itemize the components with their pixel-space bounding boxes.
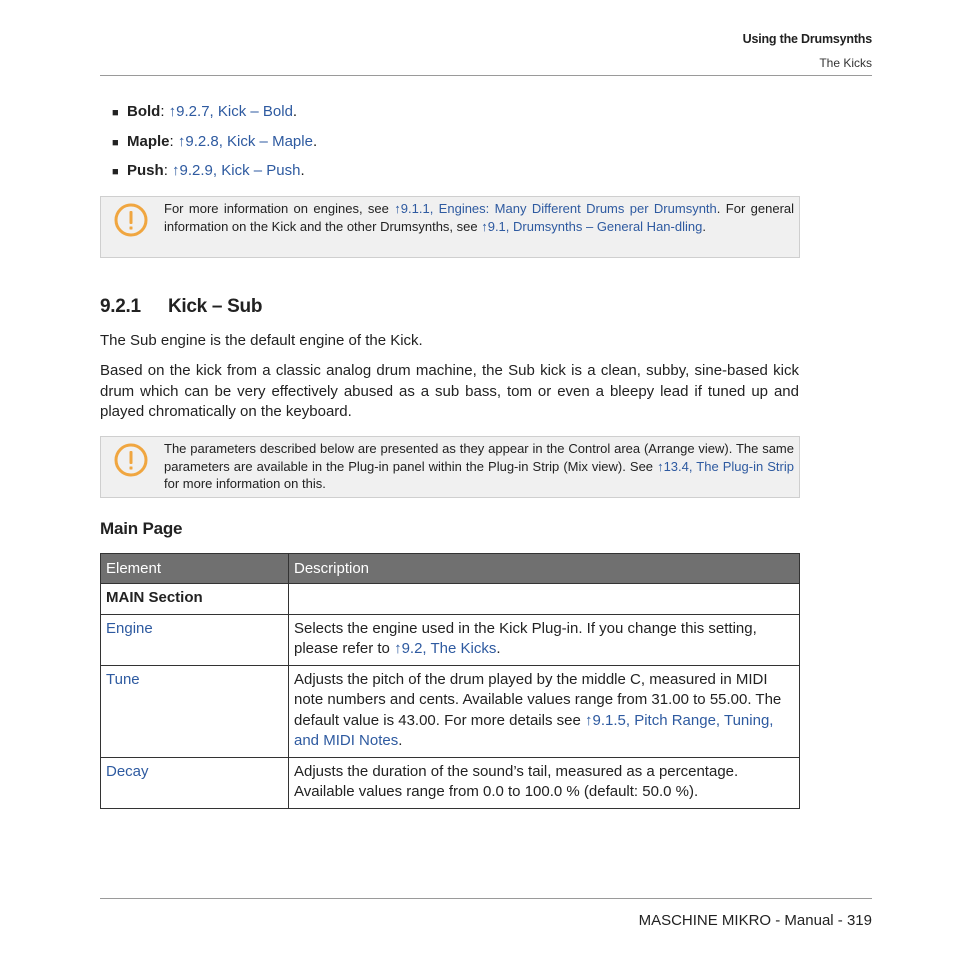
punctuation: . [300, 162, 305, 179]
link-general-handling[interactable]: ↑9.1, Drumsynths – General Han-dling [481, 219, 702, 234]
punctuation: . [312, 132, 318, 150]
list-term: Push [127, 162, 164, 179]
description-cell: Adjusts the pitch of the drum played by … [288, 664, 800, 758]
link-engines[interactable]: ↑9.1.1, Engines: Many Different Drums pe… [394, 201, 717, 216]
note-text: For more information on engines, see ↑9.… [164, 200, 794, 235]
warning-exclamation-icon [114, 443, 148, 477]
section-label: MAIN Section [100, 583, 289, 615]
list-item: ■ Push: ↑9.2.9, Kick – Push. [112, 162, 317, 192]
separator: : [160, 103, 169, 120]
note-text-part: . [702, 218, 706, 234]
note-text: The parameters described below are prese… [164, 440, 794, 493]
list-item: ■ Bold: ↑9.2.7, Kick – Bold. [112, 103, 317, 133]
separator: : [169, 132, 178, 150]
table-row: Engine Selects the engine used in the Ki… [100, 613, 800, 666]
description-cell: Selects the engine used in the Kick Plug… [288, 613, 800, 666]
empty-cell [288, 583, 800, 615]
section-heading-title: Kick – Sub [168, 296, 263, 317]
link-tune[interactable]: Tune [106, 671, 140, 688]
list-item: ■ Maple: ↑9.2.8, Kick – Maple. [112, 133, 317, 163]
page-footer: MASCHINE MIKRO - Manual - 319 [638, 912, 872, 929]
paragraph: Based on the kick from a classic analog … [100, 362, 799, 420]
link-kick-bold[interactable]: ↑9.2.7, Kick – Bold [169, 103, 293, 120]
note-text-part: for more information on this. [164, 476, 326, 491]
table-row: Tune Adjusts the pitch of the drum playe… [100, 664, 800, 758]
separator: : [163, 162, 173, 179]
table-section-row: MAIN Section [100, 583, 800, 615]
list-term: Bold [127, 103, 161, 120]
header-divider [100, 75, 872, 76]
note-text-part: For more information on engines, see [164, 201, 395, 216]
element-cell: Tune [100, 664, 289, 758]
bullet-icon: ■ [112, 107, 119, 119]
link-kick-maple[interactable]: ↑9.2.8, Kick – Maple [178, 133, 313, 150]
chapter-title: Using the Drumsynths [742, 32, 873, 46]
column-header-element: Element [100, 553, 289, 584]
section-title: The Kicks [819, 56, 872, 70]
punctuation: . [292, 103, 298, 120]
section-heading: 9.2.1 Kick – Sub [100, 296, 262, 318]
footer-divider [100, 898, 872, 899]
engine-list: ■ Bold: ↑9.2.7, Kick – Bold. ■ Maple: ↑9… [112, 103, 317, 192]
description-text: Selects the engine used in the Kick Plug… [294, 619, 757, 658]
warning-exclamation-icon [114, 203, 148, 237]
table-header-row: Element Description [100, 553, 800, 584]
info-note: The parameters described below are prese… [100, 436, 800, 498]
paragraph: The Sub engine is the default engine of … [100, 332, 423, 349]
subsection-heading: Main Page [100, 519, 183, 538]
punctuation: . [496, 640, 501, 657]
column-header-description: Description [288, 553, 800, 584]
table-row: Decay Adjusts the duration of the sound’… [100, 756, 800, 809]
link-kick-push[interactable]: ↑9.2.9, Kick – Push [172, 162, 300, 179]
info-note: For more information on engines, see ↑9.… [100, 196, 800, 258]
parameters-table: Element Description MAIN Section Engine … [100, 553, 800, 809]
list-term: Maple [127, 132, 170, 150]
link-plugin-strip[interactable]: ↑13.4, The Plug-in Strip [657, 459, 794, 474]
bullet-icon: ■ [112, 136, 119, 149]
description-cell: Adjusts the duration of the sound’s tail… [288, 756, 800, 809]
link-engine[interactable]: Engine [106, 620, 153, 637]
bullet-icon: ■ [112, 166, 119, 178]
element-cell: Engine [100, 613, 289, 666]
punctuation: . [398, 732, 403, 749]
element-cell: Decay [100, 756, 289, 809]
section-number: 9.2.1 [100, 296, 141, 317]
description-text: Adjusts the duration of the sound’s tail… [294, 762, 739, 801]
link-decay[interactable]: Decay [106, 763, 149, 780]
link-the-kicks[interactable]: ↑9.2, The Kicks [394, 640, 496, 657]
